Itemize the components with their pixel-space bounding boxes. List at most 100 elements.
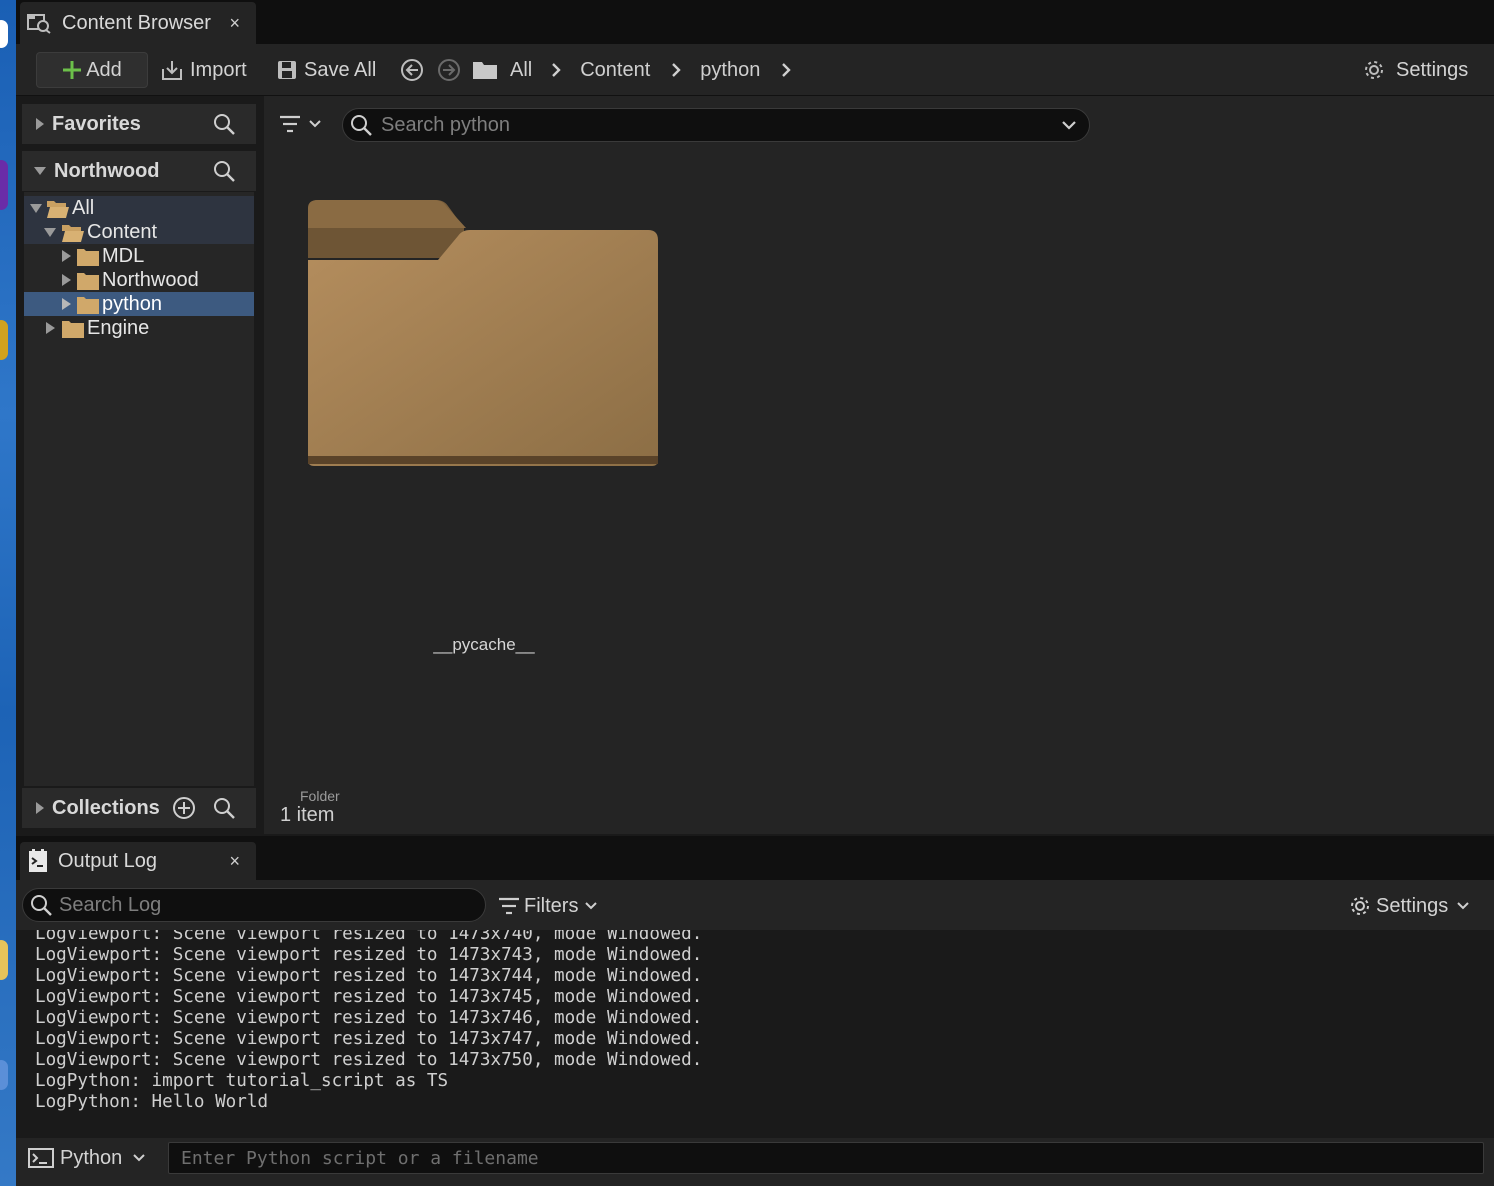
tree-item-python[interactable]: python [24,292,254,316]
search-icon[interactable] [212,159,236,183]
back-button[interactable] [400,52,424,88]
log-settings-button[interactable]: Settings [1348,888,1470,924]
folder-icon [76,295,100,315]
search-icon[interactable] [212,796,236,820]
output-log-window: Output Log × Filters Settings [16,836,1494,1186]
folder-icon [61,319,85,339]
back-arrow-icon [400,58,424,82]
close-icon[interactable]: × [229,13,240,34]
collections-header[interactable]: Collections [22,788,256,828]
tree-item-content[interactable]: Content [24,220,254,244]
tree-item-northwood[interactable]: Northwood [24,268,254,292]
chevron-down-icon[interactable] [1061,120,1077,130]
search-icon [29,893,53,917]
tree-item-all[interactable]: All [24,196,254,220]
add-button[interactable]: Add [36,52,148,88]
filter-button[interactable] [278,108,322,140]
filters-button[interactable]: Filters [498,888,598,924]
asset-view: __pycache__ Folder 1 item [264,96,1494,834]
open-folder-icon [46,199,70,219]
filter-icon [498,896,520,916]
folder-tree: All Content MDL Northwood python Engine [24,192,254,786]
log-search-input[interactable] [59,893,459,917]
forward-button[interactable] [437,52,461,88]
log-line: LogViewport: Scene viewport resized to 1… [35,1008,703,1028]
project-header[interactable]: Northwood [22,151,256,191]
add-collection-icon[interactable] [172,796,196,820]
tab-output-log[interactable]: Output Log × [20,842,256,880]
search-icon[interactable] [212,112,236,136]
collapse-arrow-icon[interactable] [34,167,46,175]
log-line: LogPython: import tutorial_script as TS [35,1071,449,1091]
output-log-tab-bar: Output Log × [16,836,1494,880]
desktop-icon-fragment [0,320,8,360]
asset-tile-pycache[interactable]: __pycache__ Folder [282,190,658,804]
gear-icon [1348,894,1372,918]
import-icon [160,59,184,81]
chevron-right-icon[interactable] [550,62,562,78]
content-browser-window: Content Browser × Add Import Save All Al… [16,0,1494,836]
save-icon [276,59,298,81]
expand-arrow-icon[interactable] [46,322,56,334]
breadcrumb-content[interactable]: Content [580,59,650,82]
chevron-down-icon [132,1153,146,1163]
output-log-toolbar: Filters Settings [16,880,1494,930]
tree-item-engine[interactable]: Engine [24,316,254,340]
desktop-icon-fragment [0,20,8,48]
log-line: LogViewport: Scene viewport resized to 1… [35,945,703,965]
favorites-label: Favorites [52,112,141,135]
asset-search-box[interactable] [342,108,1090,142]
tree-item-mdl[interactable]: MDL [24,244,254,268]
expand-arrow-icon[interactable] [36,802,44,814]
collapse-arrow-icon[interactable] [44,228,56,238]
command-bar: Python [16,1138,1494,1186]
settings-button[interactable]: Settings [1362,52,1468,88]
folder-path-icon [472,52,498,88]
close-icon[interactable]: × [229,851,240,872]
log-output-area[interactable]: LogViewport: Scene viewport resized to 1… [22,930,1488,1136]
asset-search-input[interactable] [381,113,1021,137]
log-line: LogPython: Hello World [35,1092,269,1112]
breadcrumb-all[interactable]: All [510,59,532,82]
tree-item-label: Content [87,221,158,243]
expand-arrow-icon[interactable] [62,298,72,310]
sources-panel: Favorites Northwood All Content MDL Nort… [22,96,260,834]
desktop-icon-fragment [0,1060,8,1090]
chevron-right-icon[interactable] [780,62,792,78]
expand-arrow-icon[interactable] [36,118,44,130]
save-all-button[interactable]: Save All [276,52,376,88]
chevron-right-icon[interactable] [670,62,682,78]
breadcrumb: All Content python [510,52,792,88]
import-button[interactable]: Import [160,52,247,88]
settings-label: Settings [1376,894,1449,917]
breadcrumb-python[interactable]: python [700,59,760,82]
tree-item-label: python [102,293,163,315]
favorites-header[interactable]: Favorites [22,104,256,144]
command-mode-selector[interactable]: Python [28,1142,146,1174]
tree-item-label: MDL [102,245,145,267]
command-input[interactable] [169,1143,1483,1173]
filter-icon [278,113,302,135]
add-label: Add [86,58,122,81]
command-input-box[interactable] [168,1142,1484,1174]
content-browser-icon [26,12,52,34]
content-browser-toolbar: Add Import Save All All Content python S… [16,44,1494,96]
import-label: Import [190,58,247,81]
output-log-icon [28,849,48,873]
log-line: LogViewport: Scene viewport resized to 1… [35,930,703,944]
settings-label: Settings [1396,58,1469,81]
expand-arrow-icon[interactable] [62,250,72,262]
open-folder-icon [61,223,85,243]
folder-icon [76,271,100,291]
filters-label: Filters [524,894,579,917]
expand-arrow-icon[interactable] [62,274,72,286]
collapse-arrow-icon[interactable] [30,204,42,214]
content-browser-tab-bar: Content Browser × [16,0,1494,44]
collections-label: Collections [52,796,160,819]
desktop-background-strip [0,0,16,1186]
tree-item-label: Northwood [102,269,199,291]
asset-name: __pycache__ [433,635,535,654]
log-search-box[interactable] [22,888,486,922]
tab-content-browser[interactable]: Content Browser × [20,2,256,44]
chevron-down-icon [308,119,322,129]
